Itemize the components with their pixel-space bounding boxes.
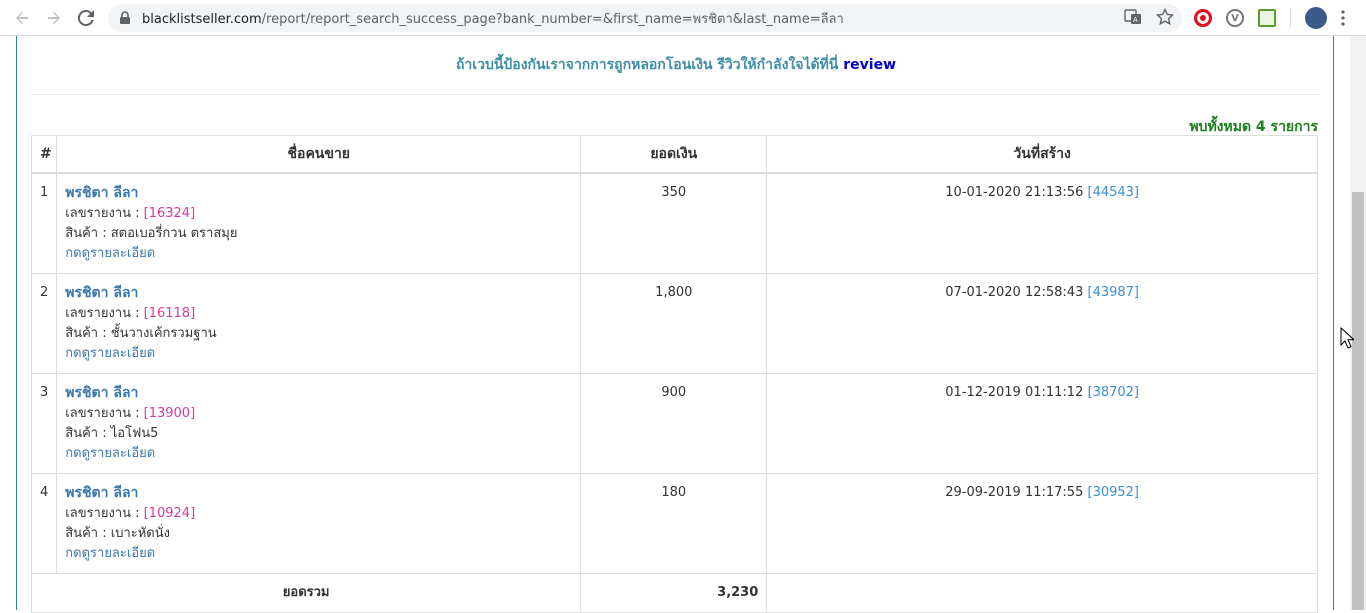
date-cell: 29-09-2019 11:17:55 [30952] xyxy=(766,472,1318,574)
reference-link[interactable]: [44543] xyxy=(1088,185,1140,200)
row-number: 2 xyxy=(30,272,58,374)
reload-button[interactable] xyxy=(70,2,102,34)
report-table: # ชื่อคนขาย ยอดเงิน วันที่สร้าง 1 พรชิตา… xyxy=(30,135,1318,613)
product-name: ไอโฟน5 xyxy=(110,425,159,441)
page-scrollbar[interactable] xyxy=(1350,36,1366,610)
product-name: ชั้นวางเค้กรวมฐาน xyxy=(110,325,217,341)
view-detail-link[interactable]: กดดูรายละเอียด xyxy=(65,446,155,461)
menu-dots-icon[interactable] xyxy=(1341,10,1345,26)
forward-arrow-icon xyxy=(48,11,60,25)
address-bar[interactable]: blacklistseller.com/report/report_search… xyxy=(108,4,1182,32)
reference-link[interactable]: [30952] xyxy=(1088,485,1140,500)
seller-name-link[interactable]: พรชิตา ลีลา xyxy=(65,485,138,501)
browser-toolbar: blacklistseller.com/report/report_search… xyxy=(0,0,1366,36)
v-extension-icon[interactable]: V xyxy=(1226,9,1244,27)
seller-name-link[interactable]: พรชิตา ลีลา xyxy=(65,385,138,401)
row-number: 3 xyxy=(30,372,58,474)
table-header-row: # ชื่อคนขาย ยอดเงิน วันที่สร้าง xyxy=(30,135,1318,174)
seller-name-link[interactable]: พรชิตา ลีลา xyxy=(65,185,138,201)
view-detail-link[interactable]: กดดูรายละเอียด xyxy=(65,346,155,361)
report-label: เลขรายงาน : xyxy=(65,305,144,321)
product-label: สินค้า : xyxy=(65,525,111,541)
report-id-link[interactable]: [16118] xyxy=(144,306,196,321)
view-detail-link[interactable]: กดดูรายละเอียด xyxy=(65,546,155,561)
amount-cell: 1,800 xyxy=(580,272,768,374)
lock-icon xyxy=(120,11,130,24)
forward-button[interactable] xyxy=(38,2,70,34)
total-row: ยอดรวม 3,230 xyxy=(30,572,1318,613)
header-seller-name: ชื่อคนขาย xyxy=(56,135,582,174)
table-row: 4 พรชิตา ลีลา เลขรายงาน : [10924] สินค้า… xyxy=(30,472,1318,574)
amount-cell: 180 xyxy=(580,472,768,574)
header-amount: ยอดเงิน xyxy=(580,135,768,174)
total-amount: 3,230 xyxy=(580,572,768,613)
product-name: เบาะหัดนั่ง xyxy=(110,525,170,541)
url-text: blacklistseller.com/report/report_search… xyxy=(142,11,844,27)
review-banner: ถ้าเวบนี้ป้องกันเราจากการถูกหลอกโอนเงิน … xyxy=(17,54,1335,76)
product-label: สินค้า : xyxy=(65,425,111,441)
profile-avatar[interactable] xyxy=(1305,7,1327,29)
product-label: สินค้า : xyxy=(65,225,111,241)
seller-cell: พรชิตา ลีลา เลขรายงาน : [10924] สินค้า :… xyxy=(56,472,582,574)
date-cell: 01-12-2019 01:11:12 [38702] xyxy=(766,372,1318,474)
scrollbar-thumb[interactable] xyxy=(1352,192,1364,610)
reference-link[interactable]: [38702] xyxy=(1088,385,1140,400)
report-label: เลขรายงาน : xyxy=(65,405,144,421)
report-id-link[interactable]: [13900] xyxy=(144,406,196,421)
view-detail-link[interactable]: กดดูรายละเอียด xyxy=(65,246,155,261)
mouse-cursor-icon xyxy=(1340,327,1354,349)
back-button[interactable] xyxy=(6,2,38,34)
created-date: 07-01-2020 12:58:43 xyxy=(945,284,1084,300)
translate-icon[interactable]: A xyxy=(1124,8,1142,26)
divider xyxy=(31,94,1319,95)
table-row: 3 พรชิตา ลีลา เลขรายงาน : [13900] สินค้า… xyxy=(30,372,1318,474)
table-row: 1 พรชิตา ลีลา เลขรายงาน : [16324] สินค้า… xyxy=(30,172,1318,274)
row-number: 1 xyxy=(30,172,58,274)
seller-cell: พรชิตา ลีลา เลขรายงาน : [16118] สินค้า :… xyxy=(56,272,582,374)
product-name: สตอเบอรี่กวน ตราสมุย xyxy=(110,225,238,241)
page-content: ถ้าเวบนี้ป้องกันเราจากการถูกหลอกโอนเงิน … xyxy=(16,36,1335,613)
bookmark-star-icon[interactable] xyxy=(1156,8,1174,26)
seller-cell: พรชิตา ลีลา เลขรายงาน : [16324] สินค้า :… xyxy=(56,172,582,274)
row-number: 4 xyxy=(30,472,58,574)
table-row: 2 พรชิตา ลีลา เลขรายงาน : [16118] สินค้า… xyxy=(30,272,1318,374)
opera-extension-icon[interactable] xyxy=(1194,9,1212,27)
total-label: ยอดรวม xyxy=(30,572,582,613)
created-date: 01-12-2019 01:11:12 xyxy=(945,384,1084,400)
header-created-date: วันที่สร้าง xyxy=(766,135,1318,174)
review-link[interactable]: review xyxy=(843,57,896,73)
reference-link[interactable]: [43987] xyxy=(1088,285,1140,300)
back-arrow-icon xyxy=(16,11,28,25)
extensions-area: V xyxy=(1194,6,1345,30)
header-num: # xyxy=(30,135,58,174)
date-cell: 07-01-2020 12:58:43 [43987] xyxy=(766,272,1318,374)
banner-text: ถ้าเวบนี้ป้องกันเราจากการถูกหลอกโอนเงิน … xyxy=(455,57,839,73)
created-date: 29-09-2019 11:17:55 xyxy=(945,484,1084,500)
report-label: เลขรายงาน : xyxy=(65,205,144,221)
report-id-link[interactable]: [10924] xyxy=(144,506,196,521)
reload-icon xyxy=(78,10,94,26)
total-empty-cell xyxy=(766,572,1318,613)
product-label: สินค้า : xyxy=(65,325,111,341)
svg-text:A: A xyxy=(1133,16,1138,24)
report-label: เลขรายงาน : xyxy=(65,505,144,521)
seller-name-link[interactable]: พรชิตา ลีลา xyxy=(65,285,138,301)
created-date: 10-01-2020 21:13:56 xyxy=(945,184,1084,200)
seller-cell: พรชิตา ลีลา เลขรายงาน : [13900] สินค้า :… xyxy=(56,372,582,474)
amount-cell: 350 xyxy=(580,172,768,274)
amount-cell: 900 xyxy=(580,372,768,474)
date-cell: 10-01-2020 21:13:56 [44543] xyxy=(766,172,1318,274)
report-id-link[interactable]: [16324] xyxy=(144,206,196,221)
spreadsheet-extension-icon[interactable] xyxy=(1258,9,1276,27)
